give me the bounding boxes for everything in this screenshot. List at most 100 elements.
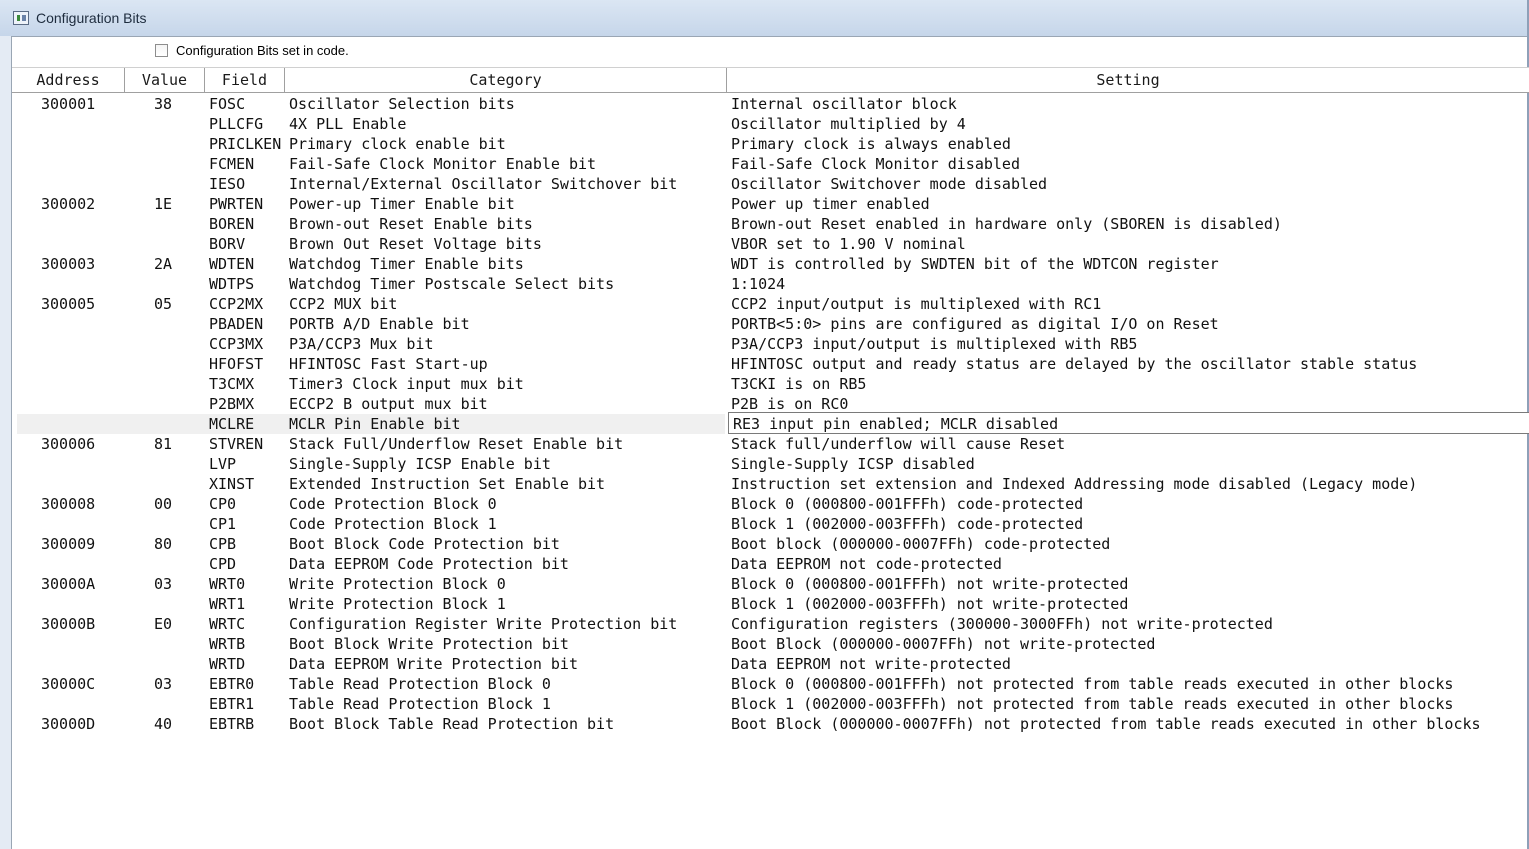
table-row[interactable]: WDTPS Watchdog Timer Postscale Select bit…	[0, 274, 1529, 294]
category-cell: Code Protection Block 0	[289, 495, 497, 513]
field-cell: EBTRB	[209, 715, 255, 733]
table-row[interactable]: PBADEN PORTB A/D Enable bit PORTB<5:0> pin…	[0, 314, 1529, 334]
table-row[interactable]: WRTD Data EEPROM Write Protection bit Data…	[0, 654, 1529, 674]
setting-cell[interactable]: P3A/CCP3 input/output is multiplexed wit…	[731, 334, 1529, 354]
field-cell: BOREN	[209, 215, 255, 233]
table-row[interactable]: 300001 38 FOSC Oscillator Selection bits Int…	[0, 94, 1529, 114]
setting-cell[interactable]: Data EEPROM not code-protected	[731, 554, 1529, 574]
value-cell	[154, 274, 194, 294]
setting-cell[interactable]: Instruction set extension and Indexed Ad…	[731, 474, 1529, 494]
value-cell	[154, 414, 194, 434]
value-cell	[154, 354, 194, 374]
table-row[interactable]: 300002 1E PWRTEN Power-up Timer Enable bit P…	[0, 194, 1529, 214]
table-row[interactable]: CPD Data EEPROM Code Protection bit Data E…	[0, 554, 1529, 574]
field-cell: FOSC	[209, 95, 246, 113]
column-header-setting[interactable]: Setting	[727, 68, 1529, 93]
table-row[interactable]: WRTB Boot Block Write Protection bit Boot …	[0, 634, 1529, 654]
column-header-category[interactable]: Category	[285, 68, 727, 93]
address-cell: 30000B	[41, 615, 96, 633]
table-row[interactable]: P2BMX ECCP2 B output mux bit P2B is on RC0	[0, 394, 1529, 414]
setting-cell[interactable]: Boot Block (000000-0007FFh) not protecte…	[731, 714, 1529, 734]
setting-dropdown[interactable]: RE3 input pin enabled; MCLR disabled	[728, 412, 1529, 434]
field-cell: P2BMX	[209, 395, 255, 413]
setting-cell[interactable]: Block 0 (000800-001FFFh) code-protected	[731, 494, 1529, 514]
address-cell	[41, 154, 121, 174]
table-row[interactable]: MCLRE MCLR Pin Enable bit RE3 input pin en…	[0, 412, 1529, 434]
setting-cell[interactable]: Configuration registers (300000-3000FFh)…	[731, 614, 1529, 634]
field-cell: FCMEN	[209, 155, 255, 173]
setting-cell[interactable]: Internal oscillator block	[731, 94, 1529, 114]
setting-cell[interactable]: Boot block (000000-0007FFh) code-protect…	[731, 534, 1529, 554]
value-cell: 38	[154, 95, 173, 113]
setting-cell[interactable]: Block 0 (000800-001FFFh) not write-prote…	[731, 574, 1529, 594]
setting-cell[interactable]: WDT is controlled by SWDTEN bit of the W…	[731, 254, 1529, 274]
field-cell: PBADEN	[209, 315, 264, 333]
field-cell: EBTR0	[209, 675, 255, 693]
table-row[interactable]: 300008 00 CP0 Code Protection Block 0 Block …	[0, 494, 1529, 514]
setting-cell[interactable]: Block 0 (000800-001FFFh) not protected f…	[731, 674, 1529, 694]
table-row[interactable]: CP1 Code Protection Block 1 Block 1 (00200…	[0, 514, 1529, 534]
table-row[interactable]: FCMEN Fail-Safe Clock Monitor Enable bit F…	[0, 154, 1529, 174]
address-cell	[41, 274, 121, 294]
category-cell: HFINTOSC Fast Start-up	[289, 355, 488, 373]
table-row[interactable]: HFOFST HFINTOSC Fast Start-up HFINTOSC out…	[0, 354, 1529, 374]
setting-cell[interactable]: Brown-out Reset enabled in hardware only…	[731, 214, 1529, 234]
table-row[interactable]: 30000C 03 EBTR0 Table Read Protection Block…	[0, 674, 1529, 694]
setting-cell[interactable]: VBOR set to 1.90 V nominal	[731, 234, 1529, 254]
address-cell: 300009	[41, 535, 96, 553]
table-row[interactable]: PRICLKEN Primary clock enable bit Primary …	[0, 134, 1529, 154]
setting-cell[interactable]: Block 1 (002000-003FFFh) not write-prote…	[731, 594, 1529, 614]
setting-cell[interactable]: Fail-Safe Clock Monitor disabled	[731, 154, 1529, 174]
setting-cell[interactable]: Boot Block (000000-0007FFh) not write-pr…	[731, 634, 1529, 654]
table-row[interactable]: BORV Brown Out Reset Voltage bits VBOR set…	[0, 234, 1529, 254]
table-row[interactable]: XINST Extended Instruction Set Enable bit…	[0, 474, 1529, 494]
table-row[interactable]: 300003 2A WDTEN Watchdog Timer Enable bits W…	[0, 254, 1529, 274]
column-header-field[interactable]: Field	[205, 68, 285, 93]
table-row[interactable]: 30000D 40 EBTRB Boot Block Table Read Prote…	[0, 714, 1529, 734]
table-row[interactable]: PLLCFG 4X PLL Enable Oscillator multiplied…	[0, 114, 1529, 134]
setting-cell[interactable]: Single-Supply ICSP disabled	[731, 454, 1529, 474]
category-cell: Watchdog Timer Enable bits	[289, 255, 524, 273]
setting-cell[interactable]: HFINTOSC output and ready status are del…	[731, 354, 1529, 374]
table-row[interactable]: LVP Single-Supply ICSP Enable bit Single-S…	[0, 454, 1529, 474]
setting-cell[interactable]: T3CKI is on RB5	[731, 374, 1529, 394]
setting-cell[interactable]: Stack full/underflow will cause Reset	[731, 434, 1529, 454]
set-in-code-checkbox[interactable]	[155, 44, 168, 57]
setting-cell[interactable]: Oscillator Switchover mode disabled	[731, 174, 1529, 194]
setting-cell[interactable]: Power up timer enabled	[731, 194, 1529, 214]
setting-cell[interactable]: Primary clock is always enabled	[731, 134, 1529, 154]
table-row[interactable]: IESO Internal/External Oscillator Switcho…	[0, 174, 1529, 194]
category-cell: Boot Block Table Read Protection bit	[289, 715, 615, 733]
setting-cell[interactable]: Block 1 (002000-003FFFh) code-protected	[731, 514, 1529, 534]
table-row[interactable]: 300009 80 CPB Boot Block Code Protection bi…	[0, 534, 1529, 554]
setting-cell[interactable]: Block 1 (002000-003FFFh) not protected f…	[731, 694, 1529, 714]
table-row[interactable]: BOREN Brown-out Reset Enable bits Brown-ou…	[0, 214, 1529, 234]
setting-cell[interactable]: CCP2 input/output is multiplexed with RC…	[731, 294, 1529, 314]
setting-cell[interactable]: P2B is on RC0	[731, 394, 1529, 414]
category-cell: Boot Block Write Protection bit	[289, 635, 569, 653]
setting-cell[interactable]: Data EEPROM not write-protected	[731, 654, 1529, 674]
field-cell: STVREN	[209, 435, 264, 453]
value-cell	[154, 154, 194, 174]
category-cell: Boot Block Code Protection bit	[289, 535, 560, 553]
table-row[interactable]: CCP3MX P3A/CCP3 Mux bit P3A/CCP3 input/out…	[0, 334, 1529, 354]
address-cell	[41, 234, 121, 254]
column-header-value[interactable]: Value	[125, 68, 205, 93]
category-cell: Internal/External Oscillator Switchover …	[289, 175, 678, 193]
setting-cell[interactable]: 1:1024	[731, 274, 1529, 294]
address-cell: 300003	[41, 255, 96, 273]
address-cell	[41, 454, 121, 474]
setting-cell[interactable]: PORTB<5:0> pins are configured as digita…	[731, 314, 1529, 334]
category-cell: ECCP2 B output mux bit	[289, 395, 488, 413]
table-row[interactable]: WRT1 Write Protection Block 1 Block 1 (002…	[0, 594, 1529, 614]
setting-cell[interactable]: Oscillator multiplied by 4	[731, 114, 1529, 134]
address-cell: 300005	[41, 295, 96, 313]
table-row[interactable]: 30000A 03 WRT0 Write Protection Block 0 Bloc…	[0, 574, 1529, 594]
table-row[interactable]: T3CMX Timer3 Clock input mux bit T3CKI is …	[0, 374, 1529, 394]
set-in-code-label: Configuration Bits set in code.	[176, 43, 349, 58]
column-header-address[interactable]: Address	[12, 68, 125, 93]
table-row[interactable]: 300005 05 CCP2MX CCP2 MUX bit CCP2 input/out…	[0, 294, 1529, 314]
table-row[interactable]: EBTR1 Table Read Protection Block 1 Block …	[0, 694, 1529, 714]
table-row[interactable]: 300006 81 STVREN Stack Full/Underflow Reset…	[0, 434, 1529, 454]
table-row[interactable]: 30000B E0 WRTC Configuration Register Write…	[0, 614, 1529, 634]
